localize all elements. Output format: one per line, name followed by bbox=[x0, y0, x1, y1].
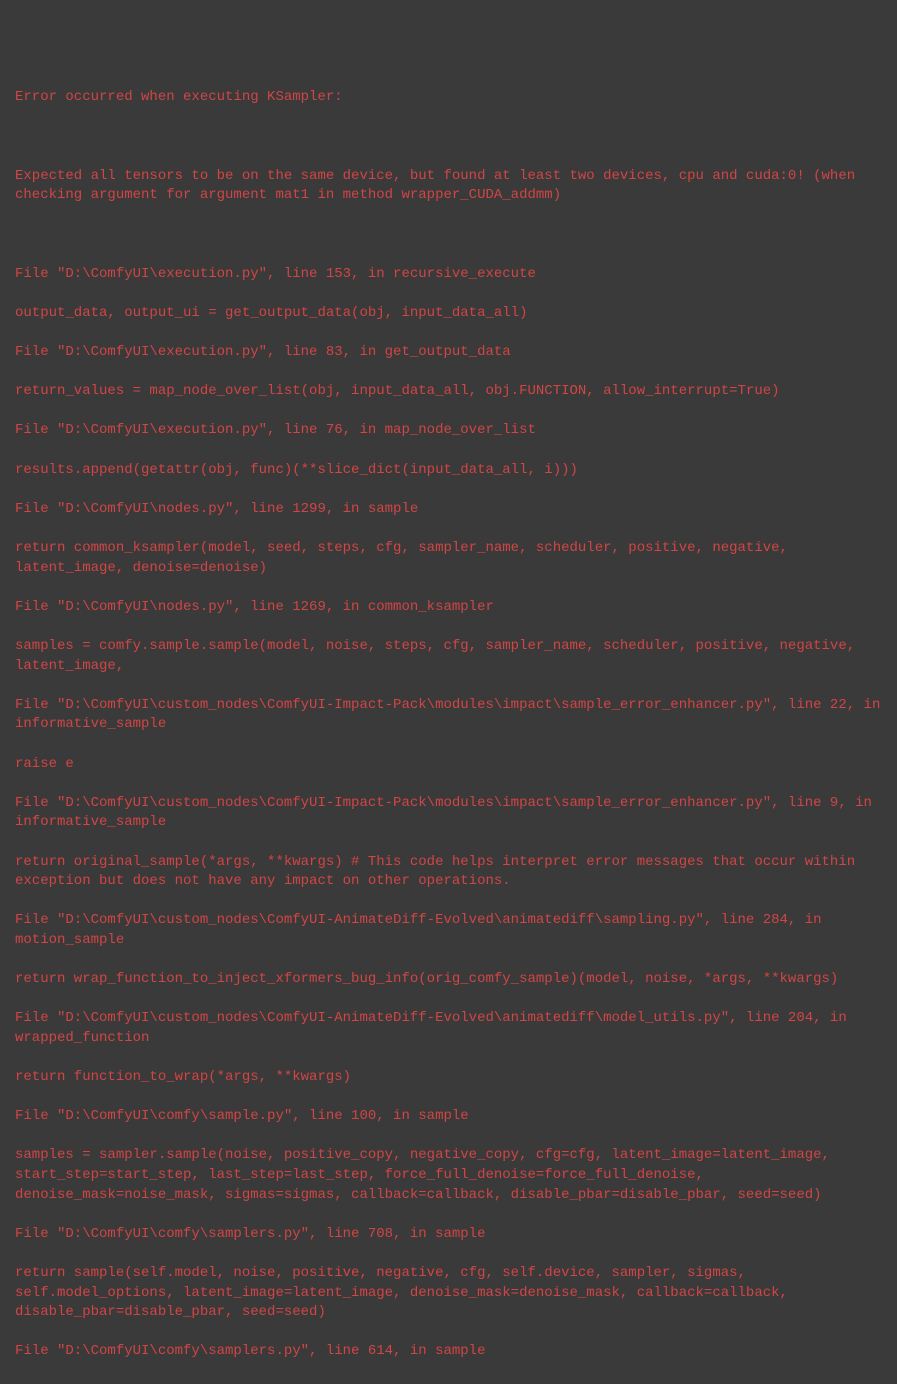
blank-spacer bbox=[15, 128, 887, 148]
traceback-line: File "D:\ComfyUI\comfy\samplers.py", lin… bbox=[15, 1225, 887, 1245]
traceback-line: return sample(self.model, noise, positiv… bbox=[15, 1264, 887, 1323]
blank-spacer bbox=[15, 226, 887, 246]
traceback-line: File "D:\ComfyUI\custom_nodes\ComfyUI-An… bbox=[15, 911, 887, 950]
traceback-line: samples = sampler.sample(model_wrap, sig… bbox=[15, 1382, 887, 1384]
traceback-line: File "D:\ComfyUI\custom_nodes\ComfyUI-An… bbox=[15, 1009, 887, 1048]
traceback-line: File "D:\ComfyUI\comfy\samplers.py", lin… bbox=[15, 1342, 887, 1362]
traceback-line: samples = sampler.sample(noise, positive… bbox=[15, 1146, 887, 1205]
traceback-line: return original_sample(*args, **kwargs) … bbox=[15, 853, 887, 892]
traceback-line: return wrap_function_to_inject_xformers_… bbox=[15, 970, 887, 990]
traceback-line: File "D:\ComfyUI\custom_nodes\ComfyUI-Im… bbox=[15, 696, 887, 735]
traceback-line: raise e bbox=[15, 755, 887, 775]
traceback-line: File "D:\ComfyUI\execution.py", line 76,… bbox=[15, 421, 887, 441]
traceback-line: return common_ksampler(model, seed, step… bbox=[15, 539, 887, 578]
traceback-line: output_data, output_ui = get_output_data… bbox=[15, 304, 887, 324]
error-title: Error occurred when executing KSampler: bbox=[15, 88, 887, 108]
traceback-line: File "D:\ComfyUI\custom_nodes\ComfyUI-Im… bbox=[15, 794, 887, 833]
error-message: Expected all tensors to be on the same d… bbox=[15, 167, 887, 206]
traceback-line: return function_to_wrap(*args, **kwargs) bbox=[15, 1068, 887, 1088]
traceback-line: File "D:\ComfyUI\execution.py", line 83,… bbox=[15, 343, 887, 363]
traceback-line: File "D:\ComfyUI\comfy\sample.py", line … bbox=[15, 1107, 887, 1127]
traceback-line: File "D:\ComfyUI\execution.py", line 153… bbox=[15, 265, 887, 285]
traceback-line: File "D:\ComfyUI\nodes.py", line 1299, i… bbox=[15, 500, 887, 520]
traceback-line: samples = comfy.sample.sample(model, noi… bbox=[15, 637, 887, 676]
traceback-line: results.append(getattr(obj, func)(**slic… bbox=[15, 461, 887, 481]
traceback-line: File "D:\ComfyUI\nodes.py", line 1269, i… bbox=[15, 598, 887, 618]
traceback-line: return_values = map_node_over_list(obj, … bbox=[15, 382, 887, 402]
